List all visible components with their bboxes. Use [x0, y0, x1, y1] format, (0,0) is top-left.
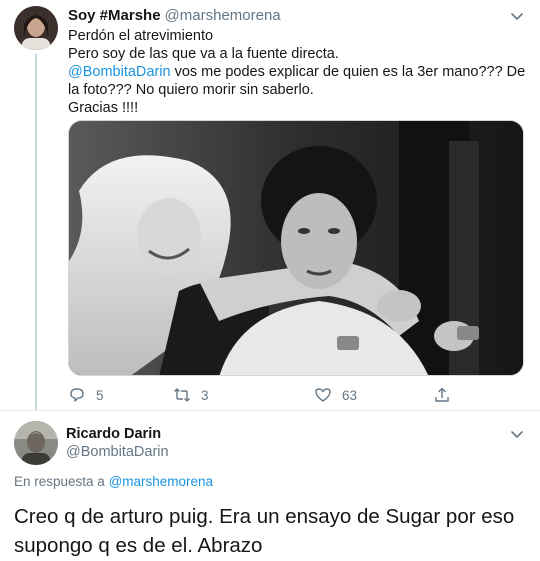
- like-button[interactable]: 63: [314, 385, 357, 405]
- reply-count: 5: [96, 387, 104, 403]
- like-count: 63: [342, 387, 358, 403]
- retweet-button[interactable]: 3: [173, 385, 209, 405]
- reply-author-avatar[interactable]: [14, 421, 58, 465]
- heart-icon: [315, 388, 331, 402]
- thread-line: [35, 54, 37, 410]
- retweet-icon: [174, 388, 190, 402]
- share-button[interactable]: [433, 385, 461, 405]
- reply-text: Creo q de arturo puig. Era un ensayo de …: [14, 505, 515, 557]
- tweet-actions: 5 3 63: [68, 385, 449, 405]
- tweet-line: Gracias !!!!: [68, 100, 139, 116]
- tweet-line: @BombitaDarin vos me podes explicar de q…: [68, 63, 528, 99]
- tweet-line: Pero soy de las que va a la fuente direc…: [68, 46, 339, 62]
- reply-button[interactable]: 5: [68, 385, 104, 405]
- share-icon: [435, 387, 449, 402]
- author-info[interactable]: Soy #Marshe @marshemorena: [68, 7, 281, 24]
- tweet-line: Perdón el atrevimiento: [68, 28, 214, 44]
- author-name[interactable]: Soy #Marshe: [68, 7, 161, 24]
- divider: [0, 410, 540, 411]
- reply-icon: [70, 388, 84, 402]
- author-avatar[interactable]: [14, 6, 58, 50]
- reply-context-label: En respuesta a: [14, 474, 109, 489]
- reply-author-name[interactable]: Ricardo Darin: [66, 426, 161, 442]
- photo-image: [69, 121, 523, 375]
- chevron-down-icon[interactable]: [510, 427, 524, 441]
- tweet-text: Perdón el atrevimiento Pero soy de las q…: [68, 27, 528, 117]
- retweet-count: 3: [201, 387, 209, 403]
- original-tweet[interactable]: Soy #Marshe @marshemorena Perdón el atrev…: [0, 0, 540, 410]
- chevron-down-icon[interactable]: [510, 9, 524, 23]
- reply-author-handle[interactable]: @BombitaDarin: [66, 444, 169, 460]
- reply-context: En respuesta a @marshemorena: [14, 474, 213, 489]
- mention-link[interactable]: @BombitaDarin: [68, 64, 171, 80]
- tweet-photo[interactable]: [68, 120, 524, 376]
- author-handle[interactable]: @marshemorena: [165, 7, 281, 24]
- reply-context-mention[interactable]: @marshemorena: [109, 474, 214, 489]
